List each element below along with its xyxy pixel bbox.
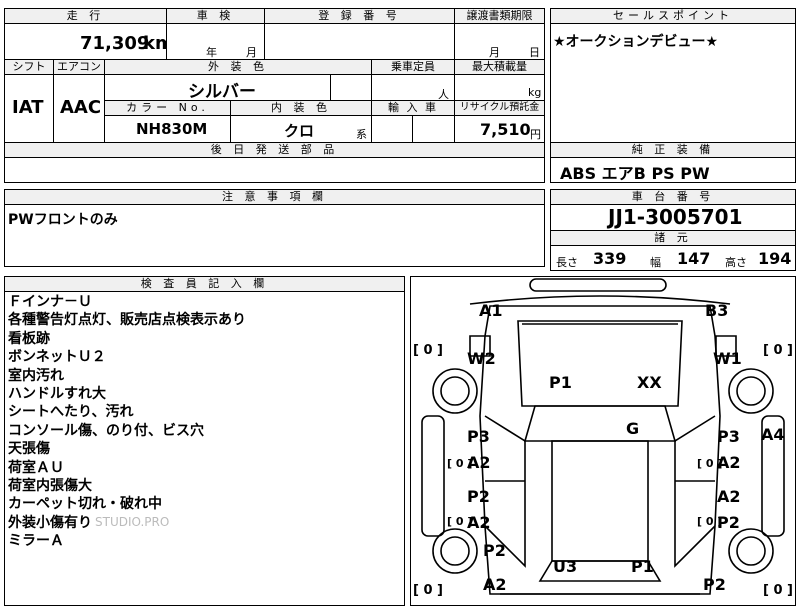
mark-p3-right: P3	[717, 427, 740, 446]
mark-p2-bottom-left: P2	[483, 541, 506, 560]
shift-value: IAT	[12, 97, 44, 118]
mark-p3-left: P3	[467, 427, 490, 446]
note-line: ミラーＡ	[8, 533, 64, 550]
mark-xx: XX	[637, 373, 662, 392]
later-parts-cell	[4, 157, 545, 183]
inspection-header: 車 検	[166, 8, 265, 24]
watermark: STUDIO.PRO	[95, 515, 170, 529]
color-no-header: カラー No.	[104, 100, 231, 116]
load-header: 最大積載量	[454, 59, 545, 75]
selling-points-header: セールスポイント	[550, 8, 796, 24]
note-line: ボンネットＵ２	[8, 349, 106, 366]
interior-header: 内 装 色	[230, 100, 372, 116]
mark-a2-left-1: A2	[467, 453, 491, 472]
exterior-header: 外 装 色	[104, 59, 372, 75]
mark-p1-hood: P1	[549, 373, 572, 392]
mark-a4: A4	[761, 425, 785, 444]
transfer-header: 譲渡書類期限	[454, 8, 545, 24]
bracket-right-bottom: [ 0 ]	[763, 583, 793, 598]
note-line: 室内汚れ	[8, 367, 64, 384]
interior-color: クロ	[284, 122, 315, 140]
mark-w2: W2	[467, 349, 496, 368]
mileage-header: 走 行	[4, 8, 167, 24]
genuine-header: 純 正 装 備	[550, 142, 796, 158]
mark-p1-rear: P1	[631, 557, 654, 576]
mark-a2-left-2: A2	[467, 513, 491, 532]
note-line: カーペット切れ・破れ中	[8, 496, 162, 513]
mark-p2-right: P2	[717, 513, 740, 532]
load-unit: kg	[528, 86, 542, 99]
recycle-unit: 円	[530, 128, 541, 141]
chassis-number: JJ1-3005701	[608, 205, 743, 229]
bracket-left-bottom: [ 0 ]	[413, 583, 443, 598]
mark-a1: A1	[479, 301, 503, 320]
mark-b3: B3	[705, 301, 729, 320]
mark-u3: U3	[553, 557, 578, 576]
note-line: 荷室ＡＵ	[8, 459, 64, 476]
transfer-day: 日	[529, 46, 540, 59]
bracket-right-top: [ 0 ]	[763, 343, 793, 358]
selling-points-text: ★オークションデビュー★	[553, 34, 719, 50]
registration-header: 登 録 番 号	[264, 8, 455, 24]
interior-suffix: 系	[356, 128, 367, 141]
transfer-month: 月	[489, 46, 500, 59]
note-line: コンソール傷、のり付、ビス穴	[8, 422, 204, 439]
width-label: 幅	[650, 256, 661, 269]
note-line: Ｆインナ－Ｕ	[8, 294, 92, 310]
mark-w1: W1	[713, 349, 742, 368]
bracket-left-top: [ 0 ]	[413, 343, 443, 358]
ac-value: AAC	[60, 97, 102, 118]
width-value: 147	[677, 249, 711, 268]
ac-header: エアコン	[53, 59, 105, 75]
mileage-value: 71,309	[80, 33, 150, 54]
mark-a2-right-1: A2	[717, 453, 741, 472]
mark-g: G	[626, 419, 640, 438]
import-cell-b	[412, 115, 455, 143]
capacity-header: 乗車定員	[371, 59, 455, 75]
recycle-fee: 7,510	[480, 120, 531, 139]
inspection-month: 月	[246, 46, 257, 59]
inspector-header: 検 査 員 記 入 欄	[4, 276, 405, 292]
length-label: 長さ	[556, 256, 578, 269]
exterior-color: シルバー	[188, 82, 256, 102]
inspector-notes: Ｆインナ－Ｕ 各種警告灯点灯、販売店点検表示あり 看板跡 ボンネットＵ２ 室内汚…	[8, 293, 246, 551]
note-line: シートへたり、汚れ	[8, 404, 134, 421]
mark-a2-right-2: A2	[717, 487, 741, 506]
inspection-year: 年	[206, 46, 217, 59]
note-line: 看板跡	[8, 330, 50, 347]
import-cell-a	[371, 115, 413, 143]
specs-header: 諸 元	[550, 230, 796, 246]
caution-header: 注 意 事 項 欄	[4, 189, 545, 205]
note-line: 荷室内張傷大	[8, 478, 92, 495]
color-no-value: NH830M	[136, 120, 208, 138]
chassis-header: 車 台 番 号	[550, 189, 796, 205]
genuine-text: ABS エアB PS PW	[560, 164, 710, 183]
height-label: 高さ	[725, 256, 747, 269]
registration-cell	[264, 23, 455, 60]
mark-p2-left: P2	[467, 487, 490, 506]
shift-header: シフト	[4, 59, 54, 75]
height-value: 194	[758, 249, 792, 268]
exterior-subcell	[330, 74, 372, 101]
mark-a2-bottom-left: A2	[483, 575, 507, 594]
recycle-header: リサイクル預託金	[454, 100, 545, 116]
mark-p2-bottom-right: P2	[703, 575, 726, 594]
note-line: 各種警告灯点灯、販売店点検表示あり	[8, 312, 246, 329]
damage-diagram: [ 0 ] [ 0 ] [ 0 ] [ 0 ] [ 0 ] [ 0 ] [ 0 …	[410, 276, 796, 606]
import-header: 輸 入 車	[371, 100, 455, 116]
note-line: 天張傷	[8, 441, 50, 458]
caution-text: PWフロントのみ	[8, 212, 118, 228]
length-value: 339	[593, 249, 627, 268]
later-parts-header: 後 日 発 送 部 品	[4, 142, 545, 158]
note-line: ハンドルすれ大	[8, 386, 106, 403]
